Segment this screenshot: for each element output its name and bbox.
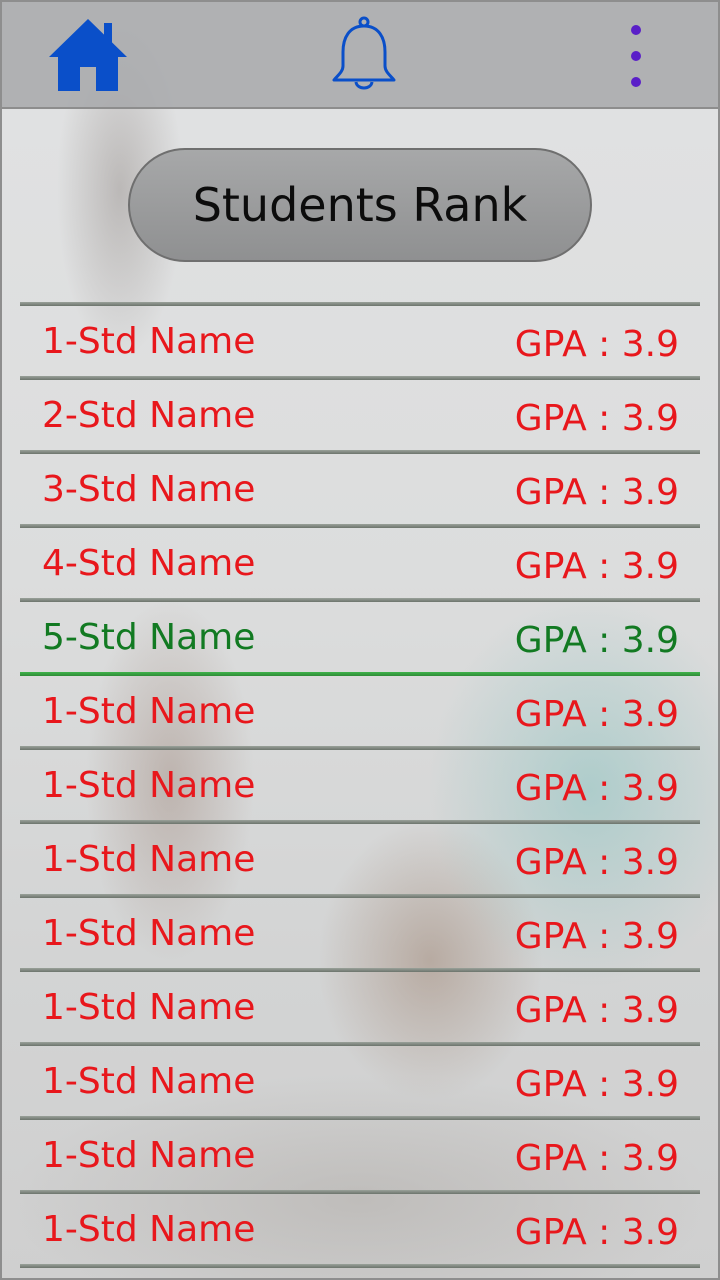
student-row[interactable]: 1-Std Name GPA : 3.9 bbox=[20, 972, 700, 1042]
more-vertical-icon bbox=[631, 25, 641, 87]
student-gpa: GPA : 3.9 bbox=[514, 1138, 679, 1179]
students-rank-title[interactable]: Students Rank bbox=[128, 148, 592, 262]
student-name: 1-Std Name bbox=[42, 913, 256, 954]
student-gpa: GPA : 3.9 bbox=[514, 324, 679, 365]
student-name: 1-Std Name bbox=[42, 765, 256, 806]
student-name: 1-Std Name bbox=[42, 1209, 256, 1250]
student-row[interactable]: 4-Std Name GPA : 3.9 bbox=[20, 528, 700, 598]
student-row[interactable]: 1-Std Name GPA : 3.9 bbox=[20, 898, 700, 968]
student-name: 1-Std Name bbox=[42, 1061, 256, 1102]
student-gpa: GPA : 3.9 bbox=[514, 842, 679, 883]
notifications-button[interactable] bbox=[331, 16, 397, 96]
overflow-menu-button[interactable] bbox=[615, 20, 657, 92]
student-row[interactable]: 2-Std Name GPA : 3.9 bbox=[20, 380, 700, 450]
student-row[interactable]: 1-Std Name GPA : 3.9 bbox=[20, 1120, 700, 1190]
home-icon bbox=[49, 19, 127, 91]
student-gpa: GPA : 3.9 bbox=[514, 694, 679, 735]
student-name: 1-Std Name bbox=[42, 839, 256, 880]
student-row[interactable]: 3-Std Name GPA : 3.9 bbox=[20, 454, 700, 524]
student-row[interactable]: 1-Std Name GPA : 3.9 bbox=[20, 676, 700, 746]
student-name: 4-Std Name bbox=[42, 543, 256, 584]
row-divider bbox=[20, 1264, 700, 1268]
student-gpa: GPA : 3.9 bbox=[514, 472, 679, 513]
student-gpa: GPA : 3.9 bbox=[514, 916, 679, 957]
student-name: 2-Std Name bbox=[42, 395, 256, 436]
student-name: 3-Std Name bbox=[42, 469, 256, 510]
student-name: 1-Std Name bbox=[42, 691, 256, 732]
student-gpa: GPA : 3.9 bbox=[514, 1064, 679, 1105]
student-gpa: GPA : 3.9 bbox=[514, 398, 679, 439]
student-name: 1-Std Name bbox=[42, 321, 256, 362]
top-bar bbox=[0, 0, 720, 109]
student-row[interactable]: 1-Std Name GPA : 3.9 bbox=[20, 1046, 700, 1116]
student-row[interactable]: 1-Std Name GPA : 3.9 bbox=[20, 306, 700, 376]
student-gpa: GPA : 3.9 bbox=[514, 546, 679, 587]
bell-icon bbox=[332, 16, 396, 90]
student-name: 1-Std Name bbox=[42, 1135, 256, 1176]
home-button[interactable] bbox=[48, 17, 128, 93]
student-name: 1-Std Name bbox=[42, 987, 256, 1028]
students-rank-list: 1-Std Name GPA : 3.9 2-Std Name GPA : 3.9 3-… bbox=[20, 302, 700, 1268]
student-name: 5-Std Name bbox=[42, 617, 256, 658]
student-gpa: GPA : 3.9 bbox=[514, 620, 679, 661]
student-gpa: GPA : 3.9 bbox=[514, 768, 679, 809]
student-row[interactable]: 1-Std Name GPA : 3.9 bbox=[20, 824, 700, 894]
student-row[interactable]: 1-Std Name GPA : 3.9 bbox=[20, 1194, 700, 1264]
student-row-highlighted[interactable]: 5-Std Name GPA : 3.9 bbox=[20, 602, 700, 672]
student-gpa: GPA : 3.9 bbox=[514, 990, 679, 1031]
student-gpa: GPA : 3.9 bbox=[514, 1212, 679, 1253]
student-row[interactable]: 1-Std Name GPA : 3.9 bbox=[20, 750, 700, 820]
